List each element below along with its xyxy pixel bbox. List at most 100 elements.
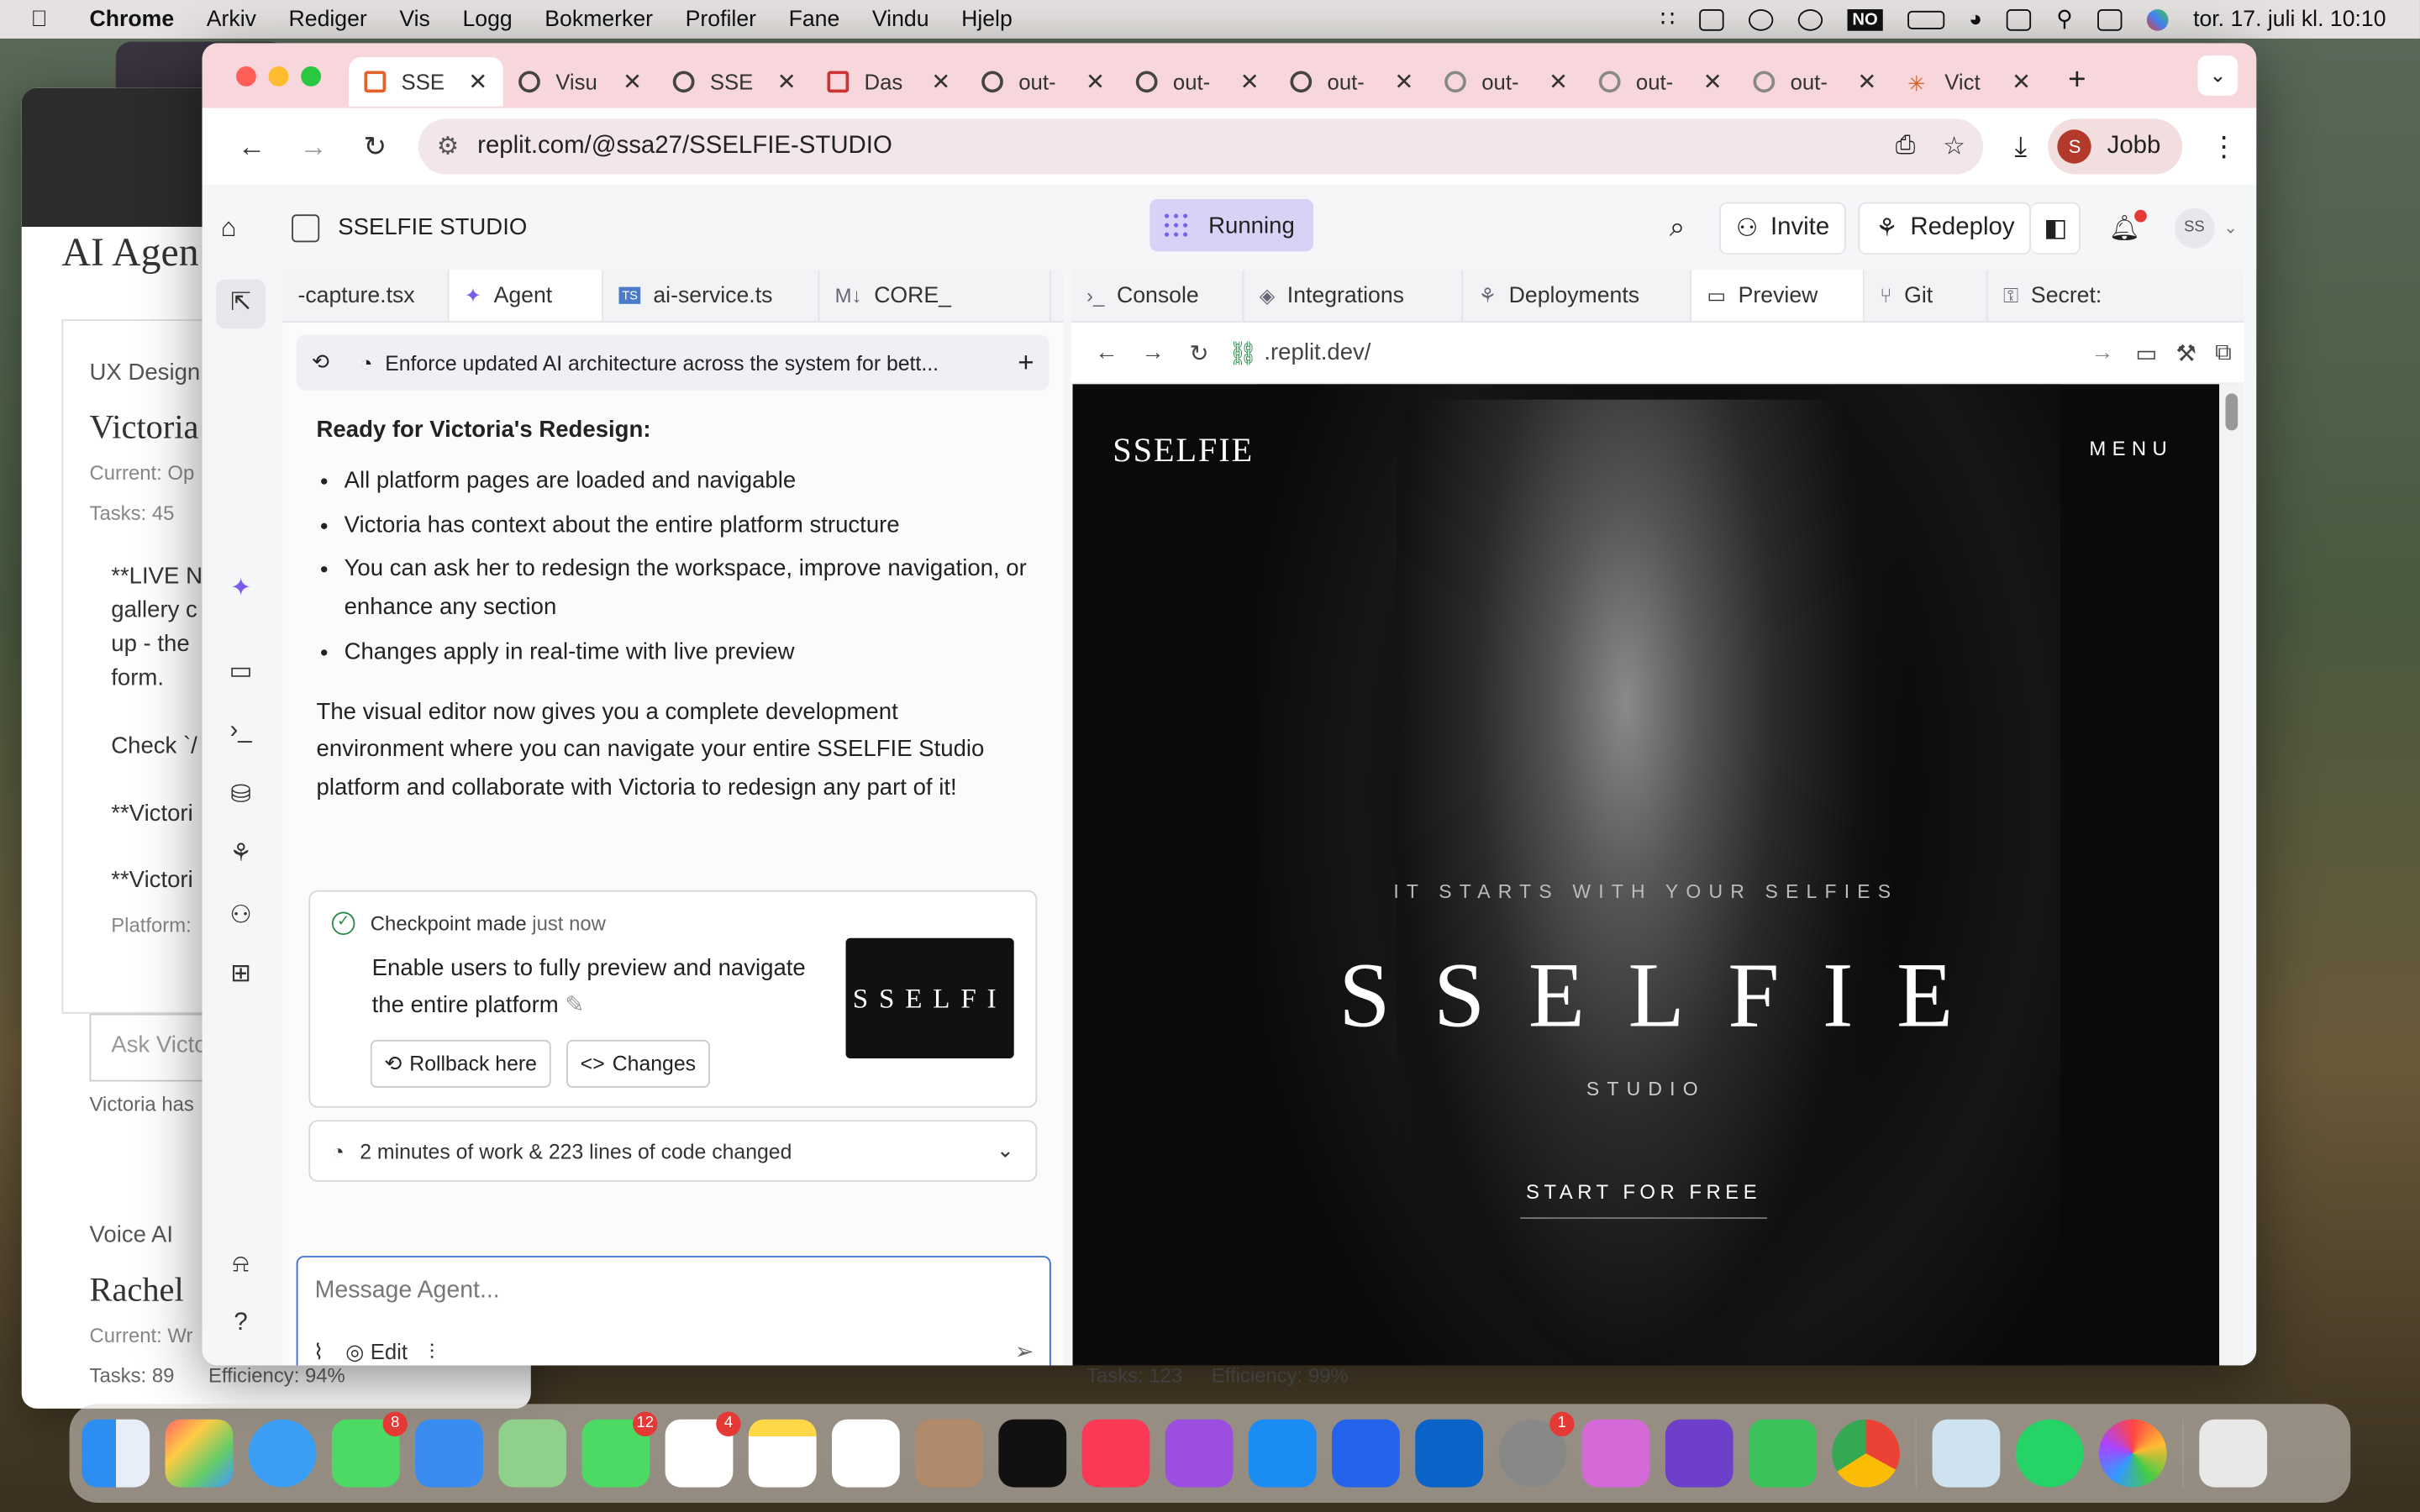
reload-icon[interactable]: ↻ (345, 130, 406, 163)
close-tab-icon[interactable]: ✕ (1394, 68, 1413, 96)
tab-5[interactable]: out- ✕ (1120, 57, 1275, 107)
tab-9[interactable]: out- ✕ (1738, 57, 1892, 107)
roblox-icon[interactable] (1332, 1419, 1400, 1488)
menu-bokmerker[interactable]: Bokmerker (544, 7, 653, 31)
attach-icon[interactable]: ⌇ (313, 1339, 324, 1365)
back-icon[interactable]: ← (221, 130, 282, 163)
device-icon[interactable]: ▭ (2135, 339, 2157, 366)
battery-icon[interactable] (1907, 9, 1944, 29)
tab-capture[interactable]: -capture.tsx (282, 270, 450, 322)
chevron-down-icon[interactable]: ⌄ (997, 1138, 1014, 1163)
user-avatar[interactable]: SS (2174, 207, 2215, 248)
close-tab-icon[interactable]: ✕ (1857, 68, 1876, 96)
user-check-icon[interactable]: ⚇ (222, 900, 259, 937)
whatsapp-icon[interactable] (2015, 1419, 2084, 1488)
menu-logg[interactable]: Logg (462, 7, 512, 31)
trash-icon[interactable] (2199, 1419, 2268, 1488)
grammarly-icon[interactable] (1749, 8, 1774, 30)
tab-2[interactable]: SSE ✕ (657, 57, 812, 107)
close-tab-icon[interactable]: ✕ (2012, 68, 2031, 96)
close-tab-icon[interactable]: ✕ (1086, 68, 1105, 96)
notes-icon[interactable] (748, 1419, 817, 1488)
podcasts-icon[interactable] (1165, 1419, 1234, 1488)
tab-ai-service[interactable]: TS ai-service.ts (603, 270, 820, 322)
open-external-icon[interactable]: ⧉ (2215, 339, 2232, 365)
tab-8[interactable]: out- ✕ (1583, 57, 1738, 107)
bookmark-star-icon[interactable]: ☆ (1943, 131, 1965, 162)
close-tab-icon[interactable]: ✕ (777, 68, 797, 96)
new-chat-icon[interactable]: + (1018, 346, 1034, 379)
outlook-icon[interactable] (1415, 1419, 1484, 1488)
profile-button[interactable]: S Jobb (2048, 118, 2183, 175)
close-window-button[interactable] (236, 66, 256, 86)
tab-3[interactable]: Das ✕ (812, 57, 966, 107)
preview-icon[interactable]: ▭ (222, 656, 259, 693)
devtools-wrench-icon[interactable]: ⚒ (2175, 339, 2196, 366)
chevron-down-icon[interactable]: ⌄ (2223, 218, 2238, 238)
reminders-icon[interactable]: 4 (665, 1411, 741, 1488)
menu-hjelp[interactable]: Hjelp (961, 7, 1013, 31)
go-icon[interactable]: → (2091, 339, 2114, 365)
console-icon[interactable]: ›_ (222, 717, 259, 754)
help-icon[interactable]: ? (222, 1310, 259, 1347)
tab-agent[interactable]: ✦ Agent (449, 270, 604, 322)
github-icon[interactable] (1665, 1419, 1733, 1488)
agent-icon[interactable]: ✦ (222, 572, 259, 609)
tab-1[interactable]: Visu ✕ (503, 57, 658, 107)
tab-integrations[interactable]: ◈ Integrations (1244, 270, 1464, 322)
accessibility-icon[interactable] (1798, 8, 1823, 30)
tab-git[interactable]: ⑂ Git (1865, 270, 1988, 322)
wifi-icon[interactable]: ◕ (1969, 7, 1982, 31)
all-tools-icon[interactable]: ⊞ (222, 958, 259, 995)
bg-ask-input[interactable]: Ask Victo (111, 1032, 207, 1058)
tab-core[interactable]: M↓ CORE_ (819, 270, 1051, 322)
facetime-icon[interactable]: 12 (581, 1411, 658, 1488)
home-icon[interactable]: ⌂ (221, 213, 261, 244)
preview-back-icon[interactable]: ← (1083, 339, 1129, 365)
tab-secrets[interactable]: ⚿ Secret: (1988, 270, 2143, 321)
deployments-icon[interactable]: ⚘ (222, 837, 259, 874)
mail-icon[interactable] (415, 1419, 483, 1488)
url-input[interactable]: ⚙ replit.com/@ssa27/SSELFIE-STUDIO ⎙ ☆ (418, 118, 1984, 175)
rollback-button[interactable]: ⟲ Rollback here (370, 1039, 551, 1088)
screen-share-icon[interactable] (2007, 8, 2032, 30)
tab-6[interactable]: out- ✕ (1275, 57, 1429, 107)
preview-app-icon[interactable] (1932, 1419, 2001, 1488)
close-tab-icon[interactable]: ✕ (1549, 68, 1568, 96)
history-icon[interactable]: ⟲ (312, 350, 329, 375)
menu-profiler[interactable]: Profiler (686, 7, 756, 31)
menu-app[interactable]: Chrome (90, 7, 175, 31)
edit-pencil-icon[interactable]: ✎ (565, 992, 584, 1018)
contacts-icon[interactable] (915, 1419, 983, 1488)
more-menu-icon[interactable]: ⋮ (2210, 130, 2238, 163)
spotlight-icon[interactable]: ⚲ (2056, 7, 2073, 31)
tab-deployments[interactable]: ⚘ Deployments (1463, 270, 1692, 322)
appletv-icon[interactable] (998, 1419, 1067, 1488)
close-tab-icon[interactable]: ✕ (931, 68, 950, 96)
notifications-icon[interactable]: 🔔︎ (2109, 208, 2147, 244)
alerts-icon[interactable]: ⍾ (222, 1252, 259, 1289)
search-icon[interactable]: ⌕ (1670, 212, 1686, 244)
tab-0[interactable]: SSE ✕ (349, 56, 503, 107)
project-title[interactable]: SSELFIE STUDIO (338, 214, 527, 240)
maps-icon[interactable] (498, 1419, 567, 1488)
clock[interactable]: tor. 17. juli kl. 10:10 (2193, 7, 2386, 31)
preview-forward-icon[interactable]: → (1129, 339, 1176, 365)
settings-sliders-icon[interactable]: ⫶ (429, 1339, 434, 1365)
close-tab-icon[interactable]: ✕ (623, 68, 642, 96)
system-settings-icon[interactable]: 1 (1498, 1411, 1575, 1488)
work-summary[interactable]: ◔ 2 minutes of work & 223 lines of code … (308, 1120, 1038, 1182)
database-icon[interactable]: ⛁ (222, 780, 259, 816)
site-settings-icon[interactable]: ⚙ (437, 131, 459, 162)
close-tab-icon[interactable]: ✕ (1240, 68, 1260, 96)
invite-button[interactable]: ⚇ Invite (1718, 201, 1847, 255)
checkpoint-thumbnail[interactable]: SSELFI (845, 937, 1014, 1058)
preview-scrollbar[interactable] (2219, 384, 2244, 1366)
tab-4[interactable]: out- ✕ (966, 57, 1121, 107)
menu-vis[interactable]: Vis (399, 7, 430, 31)
messages-icon[interactable]: 8 (331, 1411, 408, 1488)
tab-7[interactable]: out- ✕ (1429, 57, 1584, 107)
changes-button[interactable]: <> Changes (566, 1039, 710, 1088)
site-logo[interactable]: SSELFIE (1113, 430, 1254, 470)
music-icon[interactable] (1081, 1419, 1150, 1488)
